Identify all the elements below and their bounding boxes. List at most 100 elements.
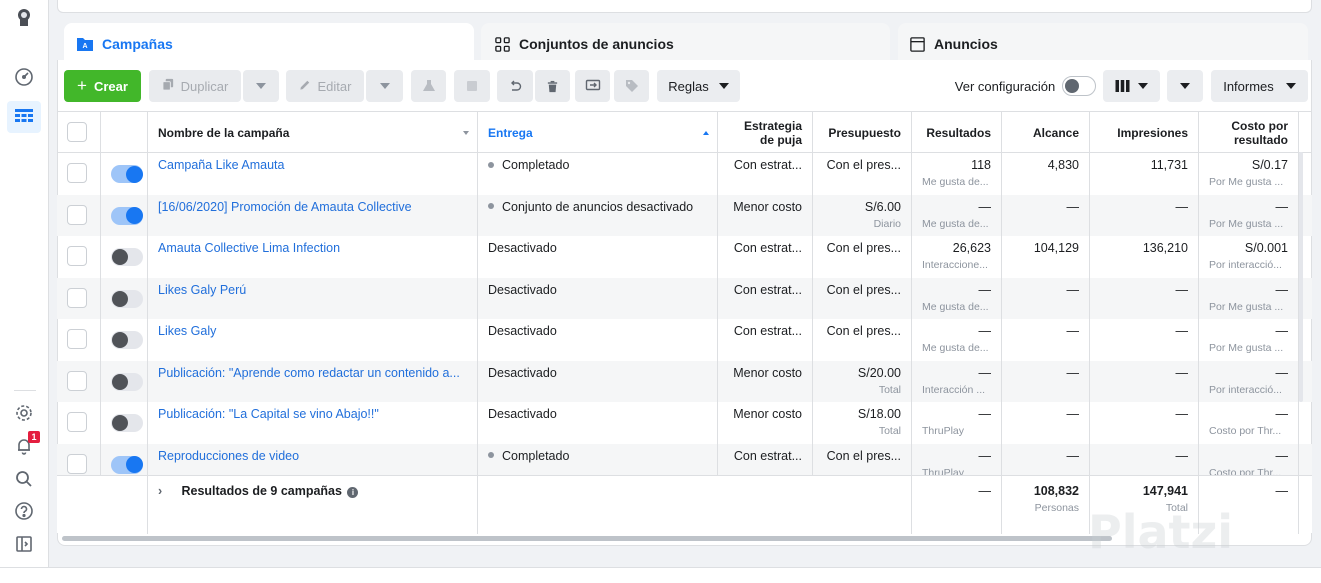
budget-cell[interactable]: Con el pres... [813, 153, 912, 195]
budget-cell[interactable]: S/18.00 Total [813, 402, 912, 444]
column-header-impressions[interactable]: Impresiones [1090, 112, 1199, 154]
settings-gear-icon[interactable] [12, 401, 36, 425]
undo-button[interactable] [497, 70, 533, 102]
cost-cell: — Por Me gusta ... [1199, 319, 1299, 361]
select-all-checkbox[interactable] [67, 122, 87, 142]
budget-cell[interactable]: Con el pres... [813, 277, 912, 319]
preview-button[interactable] [575, 70, 610, 102]
budget-cell[interactable]: S/20.00 Total [813, 360, 912, 402]
campaign-toggle[interactable] [111, 372, 143, 391]
duplicate-dropdown-button[interactable] [243, 70, 279, 102]
horizontal-scrollbar[interactable] [62, 536, 1112, 541]
cost-sub: Por Me gusta ... [1209, 176, 1284, 188]
help-question-icon[interactable] [12, 499, 36, 523]
campaign-name-link[interactable]: Publicación: "Aprende como redactar un c… [158, 366, 467, 380]
row-checkbox[interactable] [67, 204, 87, 225]
watermark-logo: Platzi [1088, 505, 1234, 559]
column-header-cost[interactable]: Costo por resultado [1199, 112, 1299, 154]
row-checkbox[interactable] [67, 163, 87, 183]
column-header-bid-strategy[interactable]: Estrategia de puja [718, 112, 813, 154]
column-header-delivery[interactable]: Entrega [478, 112, 718, 154]
campaign-name-link[interactable]: Campaña Like Amauta [158, 158, 467, 172]
tab-ads-label: Anuncios [934, 36, 998, 52]
results-cell: — Me gusta de... [912, 319, 1002, 361]
row-checkbox[interactable] [67, 412, 87, 432]
column-header-impressions-label: Impresiones [1117, 126, 1188, 140]
row-checkbox[interactable] [67, 287, 87, 308]
campaign-name-cell: Publicación: "La Capital se vino Abajo!!… [148, 402, 478, 444]
column-header-name[interactable]: Nombre de la campaña [148, 112, 478, 154]
table-row[interactable]: Campaña Like Amauta Completado Con estrat.… [57, 153, 1312, 195]
row-checkbox[interactable] [67, 246, 87, 266]
campaign-toggle[interactable] [111, 455, 143, 474]
row-checkbox[interactable] [67, 329, 87, 349]
more-actions-button[interactable] [454, 70, 490, 102]
tab-campaigns[interactable]: A Campañas [64, 23, 474, 65]
campaign-toggle[interactable] [111, 248, 143, 266]
column-header-results[interactable]: Resultados [912, 112, 1002, 154]
results-cell: — Interacción ... [912, 360, 1002, 402]
row-checkbox[interactable] [67, 453, 87, 474]
table-row[interactable]: [16/06/2020] Promoción de Amauta Collect… [57, 194, 1312, 236]
campaign-name-cell: Publicación: "Aprende como redactar un c… [148, 360, 478, 402]
create-button[interactable]: + Crear [64, 70, 141, 102]
row-checkbox[interactable] [67, 370, 87, 391]
bid-strategy-cell: Menor costo [718, 402, 813, 444]
campaign-name-cell: Likes Galy Perú [148, 277, 478, 319]
footer-impressions: 147,941 [1142, 484, 1188, 498]
vertical-scrollbar[interactable] [1299, 152, 1303, 402]
tag-button[interactable] [614, 70, 649, 102]
footer-summary-cell[interactable]: › Resultados de 9 campañas i [148, 476, 478, 534]
reports-dropdown[interactable]: Informes [1211, 70, 1308, 102]
columns-dropdown[interactable] [1103, 70, 1160, 102]
column-header-reach[interactable]: Alcance [1002, 112, 1090, 154]
budget-cell[interactable]: S/6.00 Diario [813, 194, 912, 236]
breakdown-dropdown[interactable] [1167, 70, 1203, 102]
campaign-name-link[interactable]: Reproducciones de video [158, 449, 467, 463]
campaign-name-cell: Amauta Collective Lima Infection [148, 236, 478, 278]
campaign-name-link[interactable]: Amauta Collective Lima Infection [158, 241, 467, 255]
rules-dropdown[interactable]: Reglas [657, 70, 740, 102]
campaign-name-link[interactable]: Publicación: "La Capital se vino Abajo!!… [158, 407, 467, 421]
campaign-name-link[interactable]: [16/06/2020] Promoción de Amauta Collect… [158, 200, 467, 214]
columns-icon [1115, 80, 1130, 92]
table-row[interactable]: Likes Galy Perú Desactivado Con estrat... C… [57, 277, 1312, 319]
campaign-name-link[interactable]: Likes Galy Perú [158, 283, 467, 297]
campaign-toggle[interactable] [111, 414, 143, 432]
info-icon[interactable]: i [347, 487, 359, 498]
collapse-panel-icon[interactable] [12, 532, 36, 556]
column-header-delivery-label: Entrega [488, 126, 533, 140]
view-config-toggle[interactable] [1062, 76, 1096, 96]
edit-dropdown-button[interactable] [366, 70, 403, 102]
column-header-budget[interactable]: Presupuesto [813, 112, 912, 154]
cost-value: — [1275, 324, 1289, 338]
duplicate-button[interactable]: Duplicar [149, 70, 241, 102]
table-row[interactable]: Publicación: "La Capital se vino Abajo!!… [57, 402, 1312, 444]
campaign-toggle[interactable] [111, 289, 143, 308]
reports-label: Informes [1223, 78, 1274, 94]
table-row[interactable]: Amauta Collective Lima Infection Desactiv… [57, 236, 1312, 278]
notifications-bell-icon[interactable]: 1 [12, 431, 40, 458]
tab-ads[interactable]: Anuncios [898, 23, 1308, 65]
ads-manager-table-icon[interactable] [7, 101, 41, 133]
edit-button[interactable]: Editar [286, 70, 364, 102]
search-icon[interactable] [12, 467, 36, 491]
grid-icon [493, 35, 511, 53]
campaign-toggle[interactable] [111, 331, 143, 349]
campaign-name-link[interactable]: Likes Galy [158, 324, 467, 338]
budget-value: S/6.00 [864, 199, 901, 214]
avatar[interactable] [12, 5, 36, 29]
budget-sub: Total [878, 425, 901, 437]
delete-button[interactable] [535, 70, 570, 102]
tab-adsets[interactable]: Conjuntos de anuncios [481, 23, 890, 65]
campaign-toggle[interactable] [111, 206, 143, 225]
budget-cell[interactable]: Con el pres... [813, 319, 912, 361]
dashboard-gauge-icon[interactable] [12, 65, 36, 89]
budget-cell[interactable]: Con el pres... [813, 236, 912, 278]
campaign-name-cell: [16/06/2020] Promoción de Amauta Collect… [148, 194, 478, 236]
ab-test-button[interactable] [411, 70, 446, 102]
results-sub: Interacción ... [922, 383, 986, 396]
table-row[interactable]: Likes Galy Desactivado Con estrat... Con el… [57, 319, 1312, 361]
campaign-toggle[interactable] [111, 165, 143, 183]
table-row[interactable]: Publicación: "Aprende como redactar un c… [57, 360, 1312, 402]
